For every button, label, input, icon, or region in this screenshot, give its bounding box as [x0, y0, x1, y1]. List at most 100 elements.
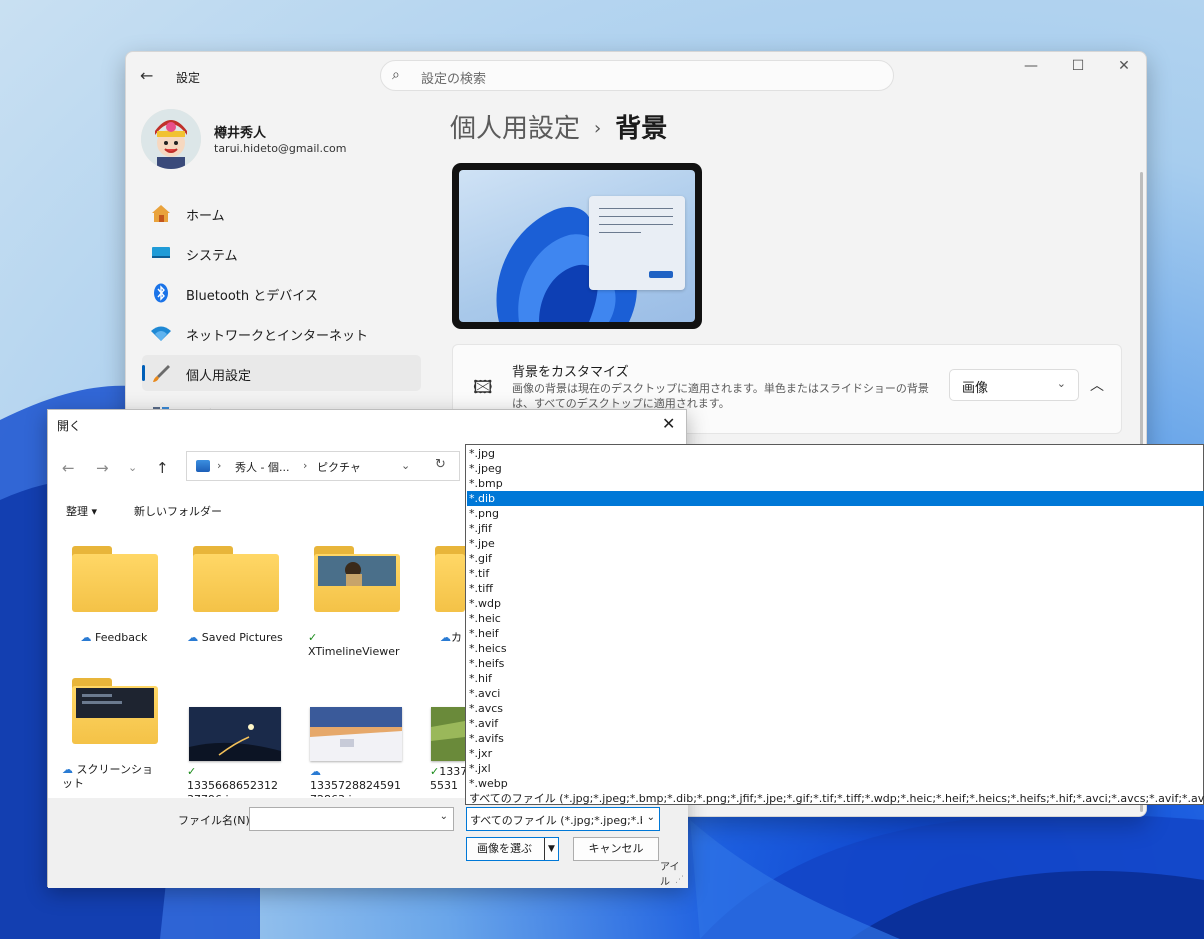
- sidebar-item-system[interactable]: システム: [142, 235, 421, 271]
- close-icon[interactable]: ✕: [1101, 58, 1146, 78]
- sidebar-item-label: システム: [186, 249, 238, 264]
- dropdown-option[interactable]: *.heifs: [467, 656, 1204, 671]
- dropdown-option[interactable]: *.jfif: [467, 521, 1204, 536]
- photo-thumbnail[interactable]: [189, 707, 281, 761]
- minimize-icon[interactable]: —: [1008, 58, 1054, 78]
- open-button-label: 画像を選ぶ: [477, 842, 532, 855]
- chevron-right-icon: ›: [594, 118, 602, 139]
- breadcrumb: 個人用設定 › 背景: [450, 108, 667, 145]
- dropdown-option[interactable]: *.avcs: [467, 701, 1204, 716]
- chevron-down-icon: ⌄: [646, 812, 655, 823]
- chevron-down-icon[interactable]: ⌄: [440, 811, 448, 822]
- back-icon[interactable]: ←: [62, 459, 75, 477]
- list-item[interactable]: ☁ 1335728824591 72863.jpg: [310, 765, 410, 797]
- maximize-icon[interactable]: ☐: [1055, 58, 1101, 78]
- preview-window-card: [589, 196, 685, 290]
- cancel-button[interactable]: キャンセル: [573, 837, 659, 861]
- address-bar[interactable]: › 秀人 - 個... › ピクチャ ⌄ ↻: [186, 451, 460, 481]
- customize-title: 背景をカスタマイズ: [512, 365, 629, 380]
- breadcrumb-parent[interactable]: 個人用設定: [450, 114, 580, 144]
- dropdown-option[interactable]: すべてのファイル (*.jpg;*.jpeg;*.bmp;*.dib;*.png…: [467, 791, 1204, 806]
- list-item[interactable]: ☁ Saved Pictures: [180, 631, 290, 645]
- photo-thumbnail[interactable]: [310, 707, 402, 761]
- monitor-icon: [152, 247, 170, 258]
- chevron-down-icon[interactable]: ⌄: [401, 459, 410, 472]
- chevron-right-icon: ›: [303, 459, 308, 472]
- dropdown-option[interactable]: *.heics: [467, 641, 1204, 656]
- active-indicator: [142, 365, 145, 381]
- dropdown-option[interactable]: *.avci: [467, 686, 1204, 701]
- folder-partial[interactable]: [435, 546, 465, 614]
- bluetooth-icon: [154, 283, 168, 303]
- dropdown-option[interactable]: *.avifs: [467, 731, 1204, 746]
- dropdown-option[interactable]: *.dib: [467, 491, 1204, 506]
- back-arrow-icon[interactable]: ←: [140, 66, 153, 85]
- new-folder-button[interactable]: 新しいフォルダー: [134, 503, 222, 519]
- dropdown-option[interactable]: *.png: [467, 506, 1204, 521]
- address-segment[interactable]: 秀人 - 個...: [235, 459, 289, 475]
- dropdown-option[interactable]: *.tiff: [467, 581, 1204, 596]
- dropdown-option[interactable]: *.avif: [467, 716, 1204, 731]
- filename-input[interactable]: ⌄: [249, 807, 454, 831]
- sidebar-item-label: 個人用設定: [186, 369, 252, 384]
- resize-grip-icon[interactable]: ⋰: [675, 875, 684, 885]
- dropdown-option[interactable]: *.jxl: [467, 761, 1204, 776]
- folder-feedback[interactable]: [72, 546, 158, 614]
- search-icon: ⌕: [392, 67, 400, 83]
- dropdown-option[interactable]: *.jpg: [467, 446, 1204, 461]
- cloud-icon: ☁: [80, 631, 92, 644]
- forward-icon[interactable]: →: [96, 459, 109, 477]
- dropdown-option[interactable]: *.jpeg: [467, 461, 1204, 476]
- folder-screenshots[interactable]: [72, 678, 158, 746]
- split-arrow-icon[interactable]: ▼: [544, 838, 558, 860]
- synced-check-icon: ✓: [187, 765, 197, 778]
- folder-saved-pictures[interactable]: [193, 546, 279, 614]
- list-item[interactable]: ✓ XTimelineViewer: [308, 631, 404, 659]
- address-segment[interactable]: ピクチャ: [317, 459, 361, 475]
- dropdown-option[interactable]: *.heic: [467, 611, 1204, 626]
- list-item[interactable]: ✓ 1335668652312 37796.jpg: [187, 765, 287, 797]
- wifi-icon: [151, 326, 171, 341]
- recent-locations-icon[interactable]: ⌄: [128, 461, 137, 474]
- refresh-icon[interactable]: ↻: [435, 457, 446, 472]
- background-type-select[interactable]: 画像 ⌄: [949, 369, 1079, 401]
- pictures-icon: [196, 460, 210, 472]
- photo-thumbnail[interactable]: [431, 707, 465, 761]
- organize-button[interactable]: 整理 ▾: [66, 503, 97, 519]
- synced-check-icon: ✓: [430, 765, 440, 778]
- up-icon[interactable]: ↑: [156, 459, 169, 477]
- list-item[interactable]: ☁カ: [440, 631, 465, 645]
- dropdown-option[interactable]: *.webp: [467, 776, 1204, 791]
- dropdown-option[interactable]: *.jxr: [467, 746, 1204, 761]
- list-item[interactable]: ☁ Feedback: [59, 631, 169, 645]
- list-item[interactable]: ☁ スクリーンショット: [62, 763, 162, 791]
- folder-xtimelineviewer[interactable]: [314, 546, 400, 614]
- sidebar-item-home[interactable]: ホーム: [142, 195, 421, 231]
- chevron-down-icon: ⌄: [1056, 377, 1066, 390]
- cloud-icon: ☁: [310, 765, 321, 778]
- chevron-up-icon[interactable]: ︿: [1090, 375, 1104, 395]
- list-item[interactable]: ✓1337 5531: [430, 765, 465, 793]
- dropdown-option[interactable]: *.heif: [467, 626, 1204, 641]
- search-input[interactable]: ⌕ 設定の検索: [380, 60, 894, 91]
- dropdown-option[interactable]: *.tif: [467, 566, 1204, 581]
- filetype-value: すべてのファイル (*.jpg;*.jpeg;*.bmp: [470, 814, 642, 827]
- cloud-icon: ☁: [440, 631, 451, 644]
- dialog-toolbar: 整理 ▾ 新しいフォルダー: [48, 496, 460, 524]
- avatar[interactable]: [141, 109, 201, 169]
- dropdown-option[interactable]: *.hif: [467, 671, 1204, 686]
- chevron-right-icon: ›: [217, 459, 222, 472]
- sidebar-item-label: Bluetooth とデバイス: [186, 289, 318, 304]
- filetype-select[interactable]: すべてのファイル (*.jpg;*.jpeg;*.bmp ⌄: [466, 807, 660, 831]
- dropdown-option[interactable]: *.bmp: [467, 476, 1204, 491]
- sidebar-item-personalization[interactable]: 個人用設定: [142, 355, 421, 391]
- dropdown-option[interactable]: *.wdp: [467, 596, 1204, 611]
- sidebar-item-network[interactable]: ネットワークとインターネット: [142, 315, 421, 351]
- app-title: 設定: [176, 71, 201, 85]
- sidebar-item-bluetooth[interactable]: Bluetooth とデバイス: [142, 275, 421, 311]
- dropdown-option[interactable]: *.jpe: [467, 536, 1204, 551]
- close-icon[interactable]: ✕: [662, 414, 675, 433]
- filetype-dropdown-list: *.jpg *.jpeg *.bmp *.dib *.png *.jfif *.jpe *.g…: [465, 444, 1204, 805]
- dropdown-option[interactable]: *.gif: [467, 551, 1204, 566]
- open-button[interactable]: 画像を選ぶ ▼: [466, 837, 559, 861]
